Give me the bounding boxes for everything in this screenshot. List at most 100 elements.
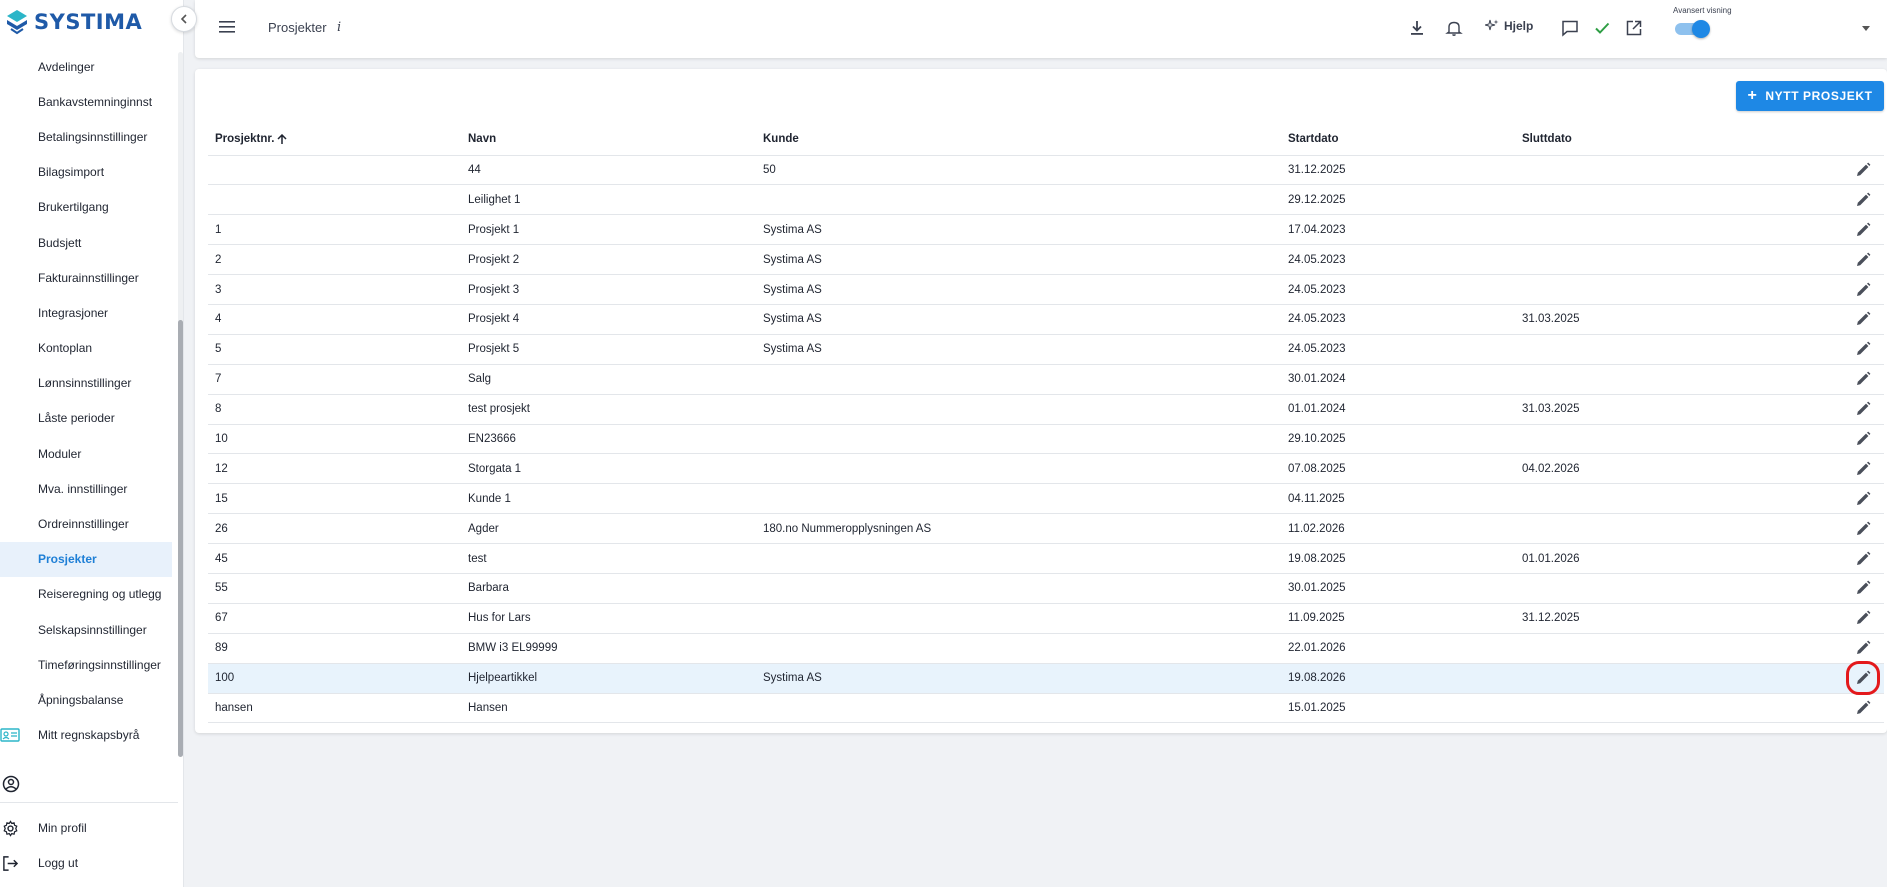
- edit-pencil-icon[interactable]: [1855, 640, 1871, 656]
- sidebar-item-bilagsimport[interactable]: Bilagsimport: [0, 155, 176, 190]
- edit-pencil-icon[interactable]: [1855, 222, 1871, 238]
- edit-pencil-icon[interactable]: [1855, 431, 1871, 447]
- cell-actions: [1815, 453, 1884, 485]
- cell-startdato: 15.01.2025: [1281, 693, 1515, 724]
- systima-logo[interactable]: SYSTIMA: [6, 8, 142, 36]
- sidebar-item-avdelinger[interactable]: Avdelinger: [0, 49, 176, 84]
- edit-pencil-icon[interactable]: [1855, 252, 1871, 268]
- edit-pencil-icon[interactable]: [1855, 700, 1871, 716]
- table-row[interactable]: 15 Kunde 1 04.11.2025: [208, 483, 1884, 515]
- sidebar-item-mitt-regnskapsbyrå[interactable]: Mitt regnskapsbyrå: [0, 718, 176, 753]
- info-icon[interactable]: i: [337, 20, 341, 35]
- gear-icon: [3, 819, 18, 837]
- table-row[interactable]: 44 50 31.12.2025: [208, 155, 1884, 186]
- table-row[interactable]: 55 Barbara 30.01.2025: [208, 573, 1884, 604]
- cell-kunde: 50: [756, 155, 1281, 186]
- table-row[interactable]: 1 Prosjekt 1 Systima AS 17.04.2023: [208, 214, 1884, 246]
- edit-pencil-icon[interactable]: [1855, 521, 1871, 537]
- edit-pencil-icon[interactable]: [1855, 461, 1871, 477]
- column-header-startdato[interactable]: Startdato: [1281, 124, 1515, 156]
- sidebar-item-reiseregning-og-utlegg[interactable]: Reiseregning og utlegg: [0, 577, 176, 612]
- table-row[interactable]: 10 EN23666 29.10.2025: [208, 424, 1884, 455]
- table-row[interactable]: 67 Hus for Lars 11.09.2025 31.12.2025: [208, 603, 1884, 634]
- new-project-button[interactable]: + NYTT PROSJEKT: [1736, 81, 1884, 111]
- sidebar-item-budsjett[interactable]: Budsjett: [0, 225, 176, 260]
- edit-pencil-icon[interactable]: [1855, 371, 1871, 387]
- sidebar-item-label: Budsjett: [38, 235, 82, 250]
- cell-actions: [1815, 543, 1884, 574]
- sidebar-item-timeføringsinnstillinger[interactable]: Timeføringsinnstillinger: [0, 647, 176, 682]
- sidebar-item-bankavstemninginnst[interactable]: Bankavstemninginnst: [0, 84, 176, 119]
- sidebar-item-låste-perioder[interactable]: Låste perioder: [0, 401, 176, 436]
- cell-prosjektnr: 26: [208, 513, 461, 545]
- table-row[interactable]: 45 test 19.08.2025 01.01.2026: [208, 543, 1884, 574]
- cell-navn: EN23666: [461, 424, 756, 455]
- cell-navn: Prosjekt 4: [461, 304, 756, 335]
- column-header-kunde[interactable]: Kunde: [756, 124, 1281, 156]
- sidebar-item-kontoplan[interactable]: Kontoplan: [0, 331, 176, 366]
- edit-pencil-icon[interactable]: [1855, 580, 1871, 596]
- cell-navn: Prosjekt 1: [461, 214, 756, 246]
- advanced-view-toggle-knob[interactable]: [1692, 20, 1710, 38]
- column-header-prosjektnr[interactable]: Prosjektnr.: [208, 124, 461, 156]
- edit-pencil-icon[interactable]: [1855, 401, 1871, 417]
- table-row[interactable]: 8 test prosjekt 01.01.2024 31.03.2025: [208, 394, 1884, 425]
- bell-icon[interactable]: [1445, 19, 1463, 37]
- hamburger-menu-icon[interactable]: [219, 20, 235, 34]
- brand-name: SYSTIMA: [34, 10, 143, 34]
- sidebar-item-brukertilgang[interactable]: Brukertilgang: [0, 190, 176, 225]
- top-bar: Prosjekter i Hjelp Avansert visning: [195, 0, 1887, 58]
- help-button[interactable]: Hjelp: [1485, 19, 1533, 33]
- chat-icon[interactable]: [1561, 19, 1579, 37]
- edit-pencil-icon[interactable]: [1855, 491, 1871, 507]
- sidebar-scroll-thumb[interactable]: [178, 320, 183, 757]
- table-row[interactable]: 89 BMW i3 EL99999 22.01.2026: [208, 633, 1884, 664]
- sidebar-item-integrasjoner[interactable]: Integrasjoner: [0, 295, 176, 330]
- table-row[interactable]: 7 Salg 30.01.2024: [208, 364, 1884, 395]
- table-row[interactable]: 100 Hjelpeartikkel Systima AS 19.08.2026: [208, 661, 1884, 696]
- sidebar-item-selskapsinnstillinger[interactable]: Selskapsinnstillinger: [0, 612, 176, 647]
- edit-pencil-icon[interactable]: [1846, 661, 1880, 696]
- open-external-icon[interactable]: [1625, 19, 1643, 37]
- cell-kunde: [756, 573, 1281, 604]
- sidebar-scrollbar[interactable]: [178, 52, 183, 757]
- edit-pencil-icon[interactable]: [1855, 341, 1871, 357]
- sidebar-item-prosjekter[interactable]: Prosjekter: [0, 541, 172, 577]
- table-row[interactable]: Leilighet 1 29.12.2025: [208, 184, 1884, 216]
- table-row[interactable]: 12 Storgata 1 07.08.2025 04.02.2026: [208, 453, 1884, 485]
- table-row[interactable]: 5 Prosjekt 5 Systima AS 24.05.2023: [208, 334, 1884, 365]
- collapse-sidebar-button[interactable]: [171, 6, 197, 32]
- sort-ascending-icon: [277, 133, 287, 144]
- table-row[interactable]: 2 Prosjekt 2 Systima AS 24.05.2023: [208, 244, 1884, 276]
- edit-pencil-icon[interactable]: [1855, 192, 1871, 208]
- sidebar-item-betalingsinnstillinger[interactable]: Betalingsinnstillinger: [0, 119, 176, 154]
- cell-kunde: [756, 633, 1281, 664]
- table-row[interactable]: hansen Hansen 15.01.2025: [208, 693, 1884, 724]
- sidebar-item-mva-innstillinger[interactable]: Mva. innstillinger: [0, 471, 176, 506]
- column-header-actions: [1815, 124, 1884, 156]
- download-icon[interactable]: [1408, 19, 1426, 37]
- column-header-sluttdato[interactable]: Sluttdato: [1515, 124, 1815, 156]
- sidebar-item-åpningsbalanse[interactable]: Åpningsbalanse: [0, 682, 176, 717]
- edit-pencil-icon[interactable]: [1855, 551, 1871, 567]
- table-row[interactable]: 26 Agder 180.no Nummeropplysningen AS 11.02…: [208, 513, 1884, 545]
- sidebar-item-label: Bankavstemninginnst: [38, 94, 153, 109]
- checkmark-icon[interactable]: [1593, 19, 1611, 37]
- edit-pencil-icon[interactable]: [1855, 311, 1871, 327]
- table-row[interactable]: 3 Prosjekt 3 Systima AS 24.05.2023: [208, 274, 1884, 305]
- sidebar-item-lønnsinnstillinger[interactable]: Lønnsinnstillinger: [0, 366, 176, 401]
- edit-pencil-icon[interactable]: [1855, 282, 1871, 298]
- account-dropdown-caret-icon[interactable]: [1862, 26, 1870, 31]
- user-circle-icon[interactable]: [2, 775, 20, 793]
- edit-pencil-icon[interactable]: [1855, 162, 1871, 178]
- sidebar-item-fakturainnstillinger[interactable]: Fakturainnstillinger: [0, 260, 176, 295]
- sidebar-item-moduler[interactable]: Moduler: [0, 436, 176, 471]
- cell-prosjektnr: 2: [208, 244, 461, 276]
- cell-navn: BMW i3 EL99999: [461, 633, 756, 664]
- cell-prosjektnr: 3: [208, 274, 461, 305]
- sidebar-item-ordreinnstillinger[interactable]: Ordreinnstillinger: [0, 506, 176, 541]
- cell-startdato: 19.08.2025: [1281, 543, 1515, 574]
- column-header-navn[interactable]: Navn: [461, 124, 756, 156]
- table-row[interactable]: 4 Prosjekt 4 Systima AS 24.05.2023 31.03.202…: [208, 304, 1884, 335]
- edit-pencil-icon[interactable]: [1855, 610, 1871, 626]
